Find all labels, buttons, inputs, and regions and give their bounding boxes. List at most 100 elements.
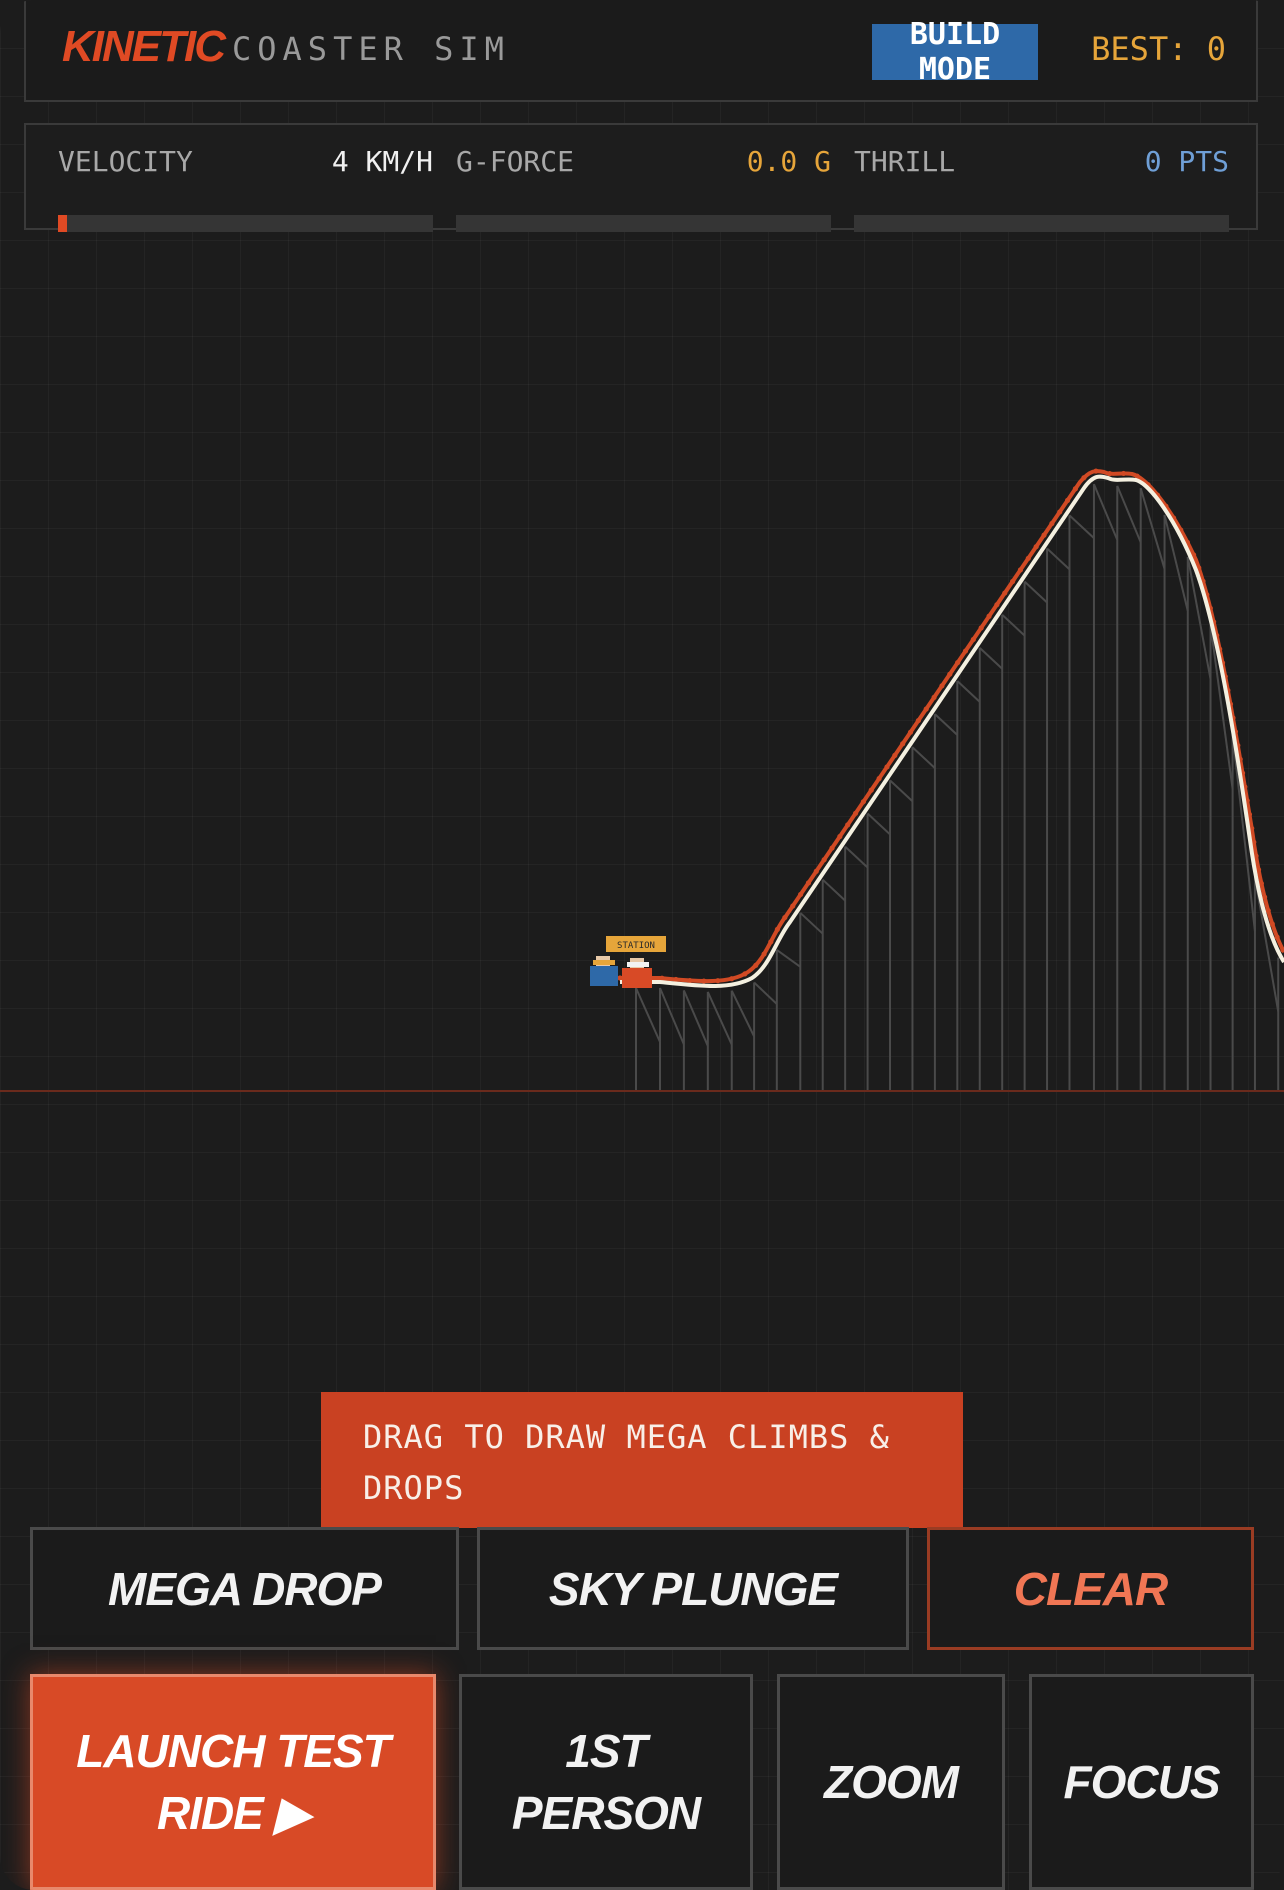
track-tie	[1269, 921, 1275, 927]
track-tie	[1010, 578, 1016, 585]
track-tie	[821, 857, 827, 863]
support-brace	[889, 779, 914, 802]
support-brace	[1023, 580, 1048, 604]
track-tie	[768, 939, 774, 945]
first-person-button[interactable]: 1ST PERSON	[459, 1674, 753, 1890]
best-value: 0	[1206, 30, 1226, 68]
track-tie	[1064, 497, 1071, 503]
support-brace	[866, 812, 891, 836]
track-tie	[868, 787, 874, 793]
support-brace	[1001, 614, 1026, 637]
build-mode-button[interactable]: BUILD MODE	[872, 17, 1038, 87]
track-tie	[753, 962, 759, 968]
best-label: BEST:	[1091, 30, 1188, 68]
track-tie	[892, 752, 898, 758]
track-tie	[687, 977, 693, 984]
track-tie	[1049, 520, 1055, 527]
support-brace	[776, 949, 801, 968]
top-bar: KINETIC COASTER SIM BUILD MODE BEST: 0	[24, 0, 1258, 102]
track-tie	[986, 613, 992, 619]
track-tie	[774, 926, 780, 933]
first-person-label-line2: PERSON	[511, 1787, 701, 1839]
mega-drop-button[interactable]: MEGA DROP	[30, 1527, 459, 1650]
track-tie	[884, 764, 890, 770]
track-tie	[813, 868, 819, 874]
track-tie	[1261, 894, 1268, 900]
game-logo: KINETIC	[62, 22, 226, 71]
stat-label: THRILL	[854, 145, 956, 178]
track-tie	[845, 822, 851, 828]
focus-button[interactable]: FOCUS	[1029, 1674, 1254, 1890]
zoom-button[interactable]: ZOOM	[777, 1674, 1005, 1890]
track-tie	[1274, 934, 1280, 940]
track-tie	[931, 694, 937, 700]
track-tie	[1072, 486, 1079, 492]
station: STATION	[606, 936, 666, 952]
drawing-hint: DRAG TO DRAW MEGA CLIMBS & DROPS	[321, 1392, 963, 1528]
track-tie	[701, 978, 707, 984]
support-brace	[753, 981, 778, 1005]
track-tie	[876, 775, 882, 782]
support-brace	[822, 878, 846, 902]
game-screen: KINETIC COASTER SIM BUILD MODE BEST: 0 V…	[0, 0, 1284, 1890]
sky-plunge-button[interactable]: SKY PLUNGE	[477, 1527, 909, 1650]
track-tie	[1265, 907, 1271, 914]
track-tie	[790, 903, 796, 909]
track-tie	[1041, 532, 1047, 538]
track-tie	[978, 625, 984, 631]
track-tie	[805, 880, 812, 886]
track-tie	[729, 976, 735, 982]
clear-button[interactable]: CLEAR	[927, 1527, 1254, 1650]
track-tie	[1057, 509, 1063, 515]
track-tie	[1017, 567, 1024, 573]
track-tie	[860, 799, 867, 805]
stat-label: G-FORCE	[456, 145, 575, 178]
track-tie	[994, 602, 1000, 608]
best-score: BEST: 0	[1091, 30, 1226, 68]
track-tie	[617, 975, 623, 981]
track-canvas[interactable]: STATION	[0, 230, 1284, 1380]
stat-value: 0 PTS	[1144, 145, 1229, 178]
stats-panel: VELOCITY 4 KM/H G-FORCE 0.0 G THRILL 0 P…	[24, 123, 1258, 232]
support-brace	[1093, 483, 1119, 541]
stat-value: 4 KM/H	[331, 145, 433, 178]
first-person-label-line1: 1ST	[565, 1725, 647, 1777]
track-tie	[900, 741, 906, 747]
track-tie	[939, 683, 945, 689]
track-tie	[782, 914, 788, 921]
track-tie	[955, 660, 961, 666]
track-tie	[1120, 470, 1127, 477]
support-brace	[956, 680, 981, 703]
track-tie	[837, 833, 843, 840]
support-brace	[911, 746, 936, 769]
track-tie	[915, 717, 921, 724]
train-car-rear	[590, 966, 618, 986]
support-brace	[1046, 547, 1071, 571]
track-tie	[962, 648, 969, 654]
track-tie	[673, 976, 679, 983]
support-brace	[1068, 514, 1095, 539]
track-tie	[852, 810, 859, 816]
support-brace	[682, 989, 709, 1047]
track-tie	[1106, 471, 1113, 477]
game-subtitle: COASTER SIM	[232, 30, 510, 68]
train-car-front	[622, 968, 652, 988]
track-tie	[1081, 475, 1087, 481]
track-tie	[715, 978, 721, 984]
support-brace	[844, 845, 869, 869]
launch-label-line1: LAUNCH TEST	[76, 1725, 391, 1777]
station-label: STATION	[617, 941, 655, 951]
stat-value: 0.0 G	[746, 145, 831, 178]
stat-label: VELOCITY	[58, 145, 193, 178]
support-brace	[979, 647, 1003, 670]
launch-test-ride-button[interactable]: LAUNCH TEST RIDE ▶	[30, 1674, 436, 1890]
support-brace	[706, 991, 733, 1046]
track-tie	[742, 971, 748, 977]
track-tie	[947, 671, 953, 677]
support-brace	[1116, 485, 1142, 543]
track-tie	[1002, 590, 1008, 596]
launch-label-line2: RIDE ▶	[156, 1787, 310, 1839]
track-tie	[907, 729, 914, 735]
track-tie	[923, 706, 929, 712]
support-brace	[659, 987, 685, 1045]
